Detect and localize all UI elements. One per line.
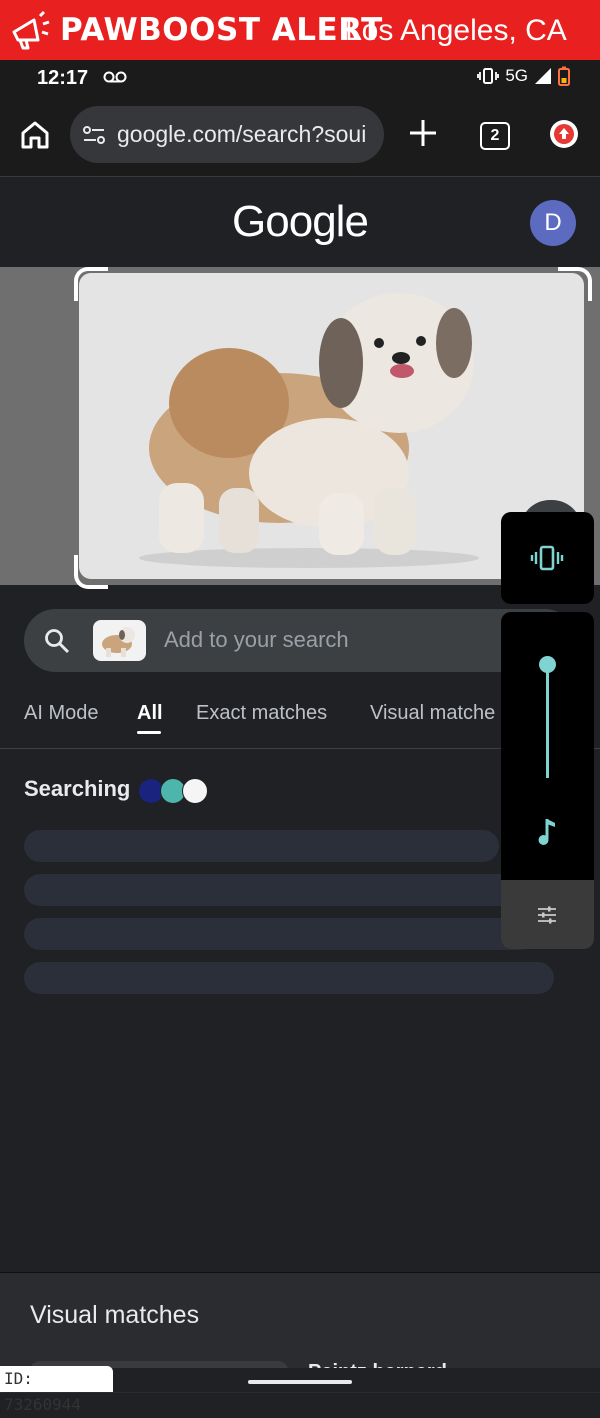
searching-label: Searching — [24, 776, 131, 801]
search-placeholder[interactable]: Add to your search — [164, 627, 349, 653]
crop-corner-bottom-left[interactable] — [74, 555, 108, 589]
crop-corner-top-left[interactable] — [74, 267, 108, 301]
loading-skeleton — [24, 962, 554, 994]
sheet-title: Visual matches — [30, 1301, 200, 1329]
network-label: 5G — [505, 66, 528, 85]
search-icon — [45, 629, 70, 654]
voicemail-icon — [103, 71, 127, 83]
update-icon[interactable] — [550, 120, 578, 148]
volume-panel — [501, 612, 594, 949]
url-text[interactable]: google.com/search?soui — [117, 121, 377, 148]
query-image-thumbnail[interactable] — [93, 620, 146, 661]
google-logo[interactable]: Google — [0, 197, 600, 247]
home-gesture-handle[interactable] — [248, 1380, 352, 1384]
crop-corner-top-right[interactable] — [558, 267, 592, 301]
volume-settings-button[interactable] — [501, 880, 594, 949]
loading-skeleton — [24, 874, 554, 906]
tab-ai-mode[interactable]: AI Mode — [24, 702, 98, 725]
loading-skeleton — [24, 830, 499, 862]
browser-toolbar: google.com/search?soui 2 — [0, 98, 600, 177]
tab-visual-matches[interactable]: Visual matche — [370, 702, 495, 725]
music-note-icon — [538, 819, 555, 845]
new-tab-icon[interactable] — [406, 116, 440, 150]
alert-banner: PAWBOOST ALERT Los Angeles, CA — [0, 0, 600, 60]
signal-icon — [535, 68, 551, 84]
site-settings-icon[interactable] — [82, 124, 106, 146]
loading-skeleton — [24, 918, 534, 950]
alert-location: Los Angeles, CA — [345, 14, 567, 47]
tab-all[interactable]: All — [137, 702, 163, 725]
lens-search-box[interactable]: Add to your search — [24, 609, 576, 672]
vibrate-icon — [530, 545, 564, 571]
clock: 12:17 — [37, 67, 89, 89]
status-bar: 12:17 5G — [0, 60, 600, 98]
volume-slider-track[interactable] — [546, 664, 549, 778]
url-bar[interactable]: google.com/search?soui — [70, 106, 384, 163]
tab-switcher-button[interactable]: 2 — [480, 122, 510, 150]
id-badge: ID: 73260944 — [0, 1366, 113, 1414]
status-icons: 5G — [477, 66, 570, 86]
battery-icon — [558, 66, 570, 86]
volume-slider-thumb[interactable] — [539, 656, 556, 673]
home-icon[interactable] — [18, 118, 52, 152]
active-tab-indicator — [137, 731, 161, 734]
source-icon — [182, 778, 208, 804]
ringer-mode-button[interactable] — [501, 512, 594, 604]
google-header: Google D — [0, 177, 600, 267]
avatar[interactable]: D — [530, 200, 576, 246]
tune-icon — [538, 906, 556, 924]
tab-exact-matches[interactable]: Exact matches — [196, 702, 327, 725]
vibrate-icon — [477, 68, 500, 84]
megaphone-icon — [12, 10, 50, 50]
alert-title: PAWBOOST ALERT — [60, 12, 383, 48]
source-icons — [138, 778, 208, 804]
